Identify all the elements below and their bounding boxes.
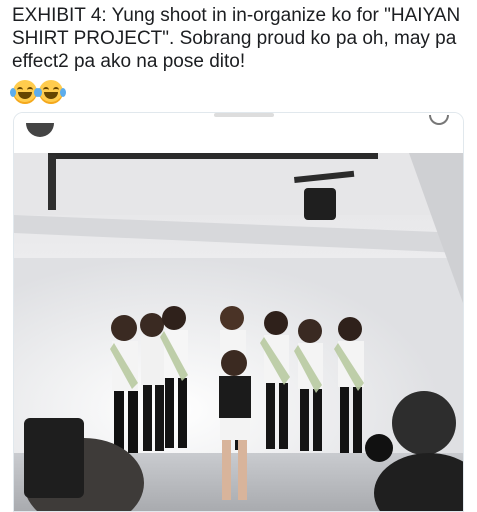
emoji-row xyxy=(10,80,66,106)
tears-of-joy-emoji-icon xyxy=(36,80,66,104)
post-text: EXHIBIT 4: Yung shoot in in-organize ko … xyxy=(12,5,461,72)
tears-of-joy-emoji-icon xyxy=(10,80,40,104)
photo-scene xyxy=(14,153,463,511)
username-placeholder xyxy=(214,113,274,117)
embedded-post-card[interactable] xyxy=(13,112,464,512)
avatar[interactable] xyxy=(26,123,54,137)
group-photo-image[interactable] xyxy=(14,153,463,511)
embedded-post-header xyxy=(14,113,463,153)
more-options-icon[interactable] xyxy=(429,115,449,125)
